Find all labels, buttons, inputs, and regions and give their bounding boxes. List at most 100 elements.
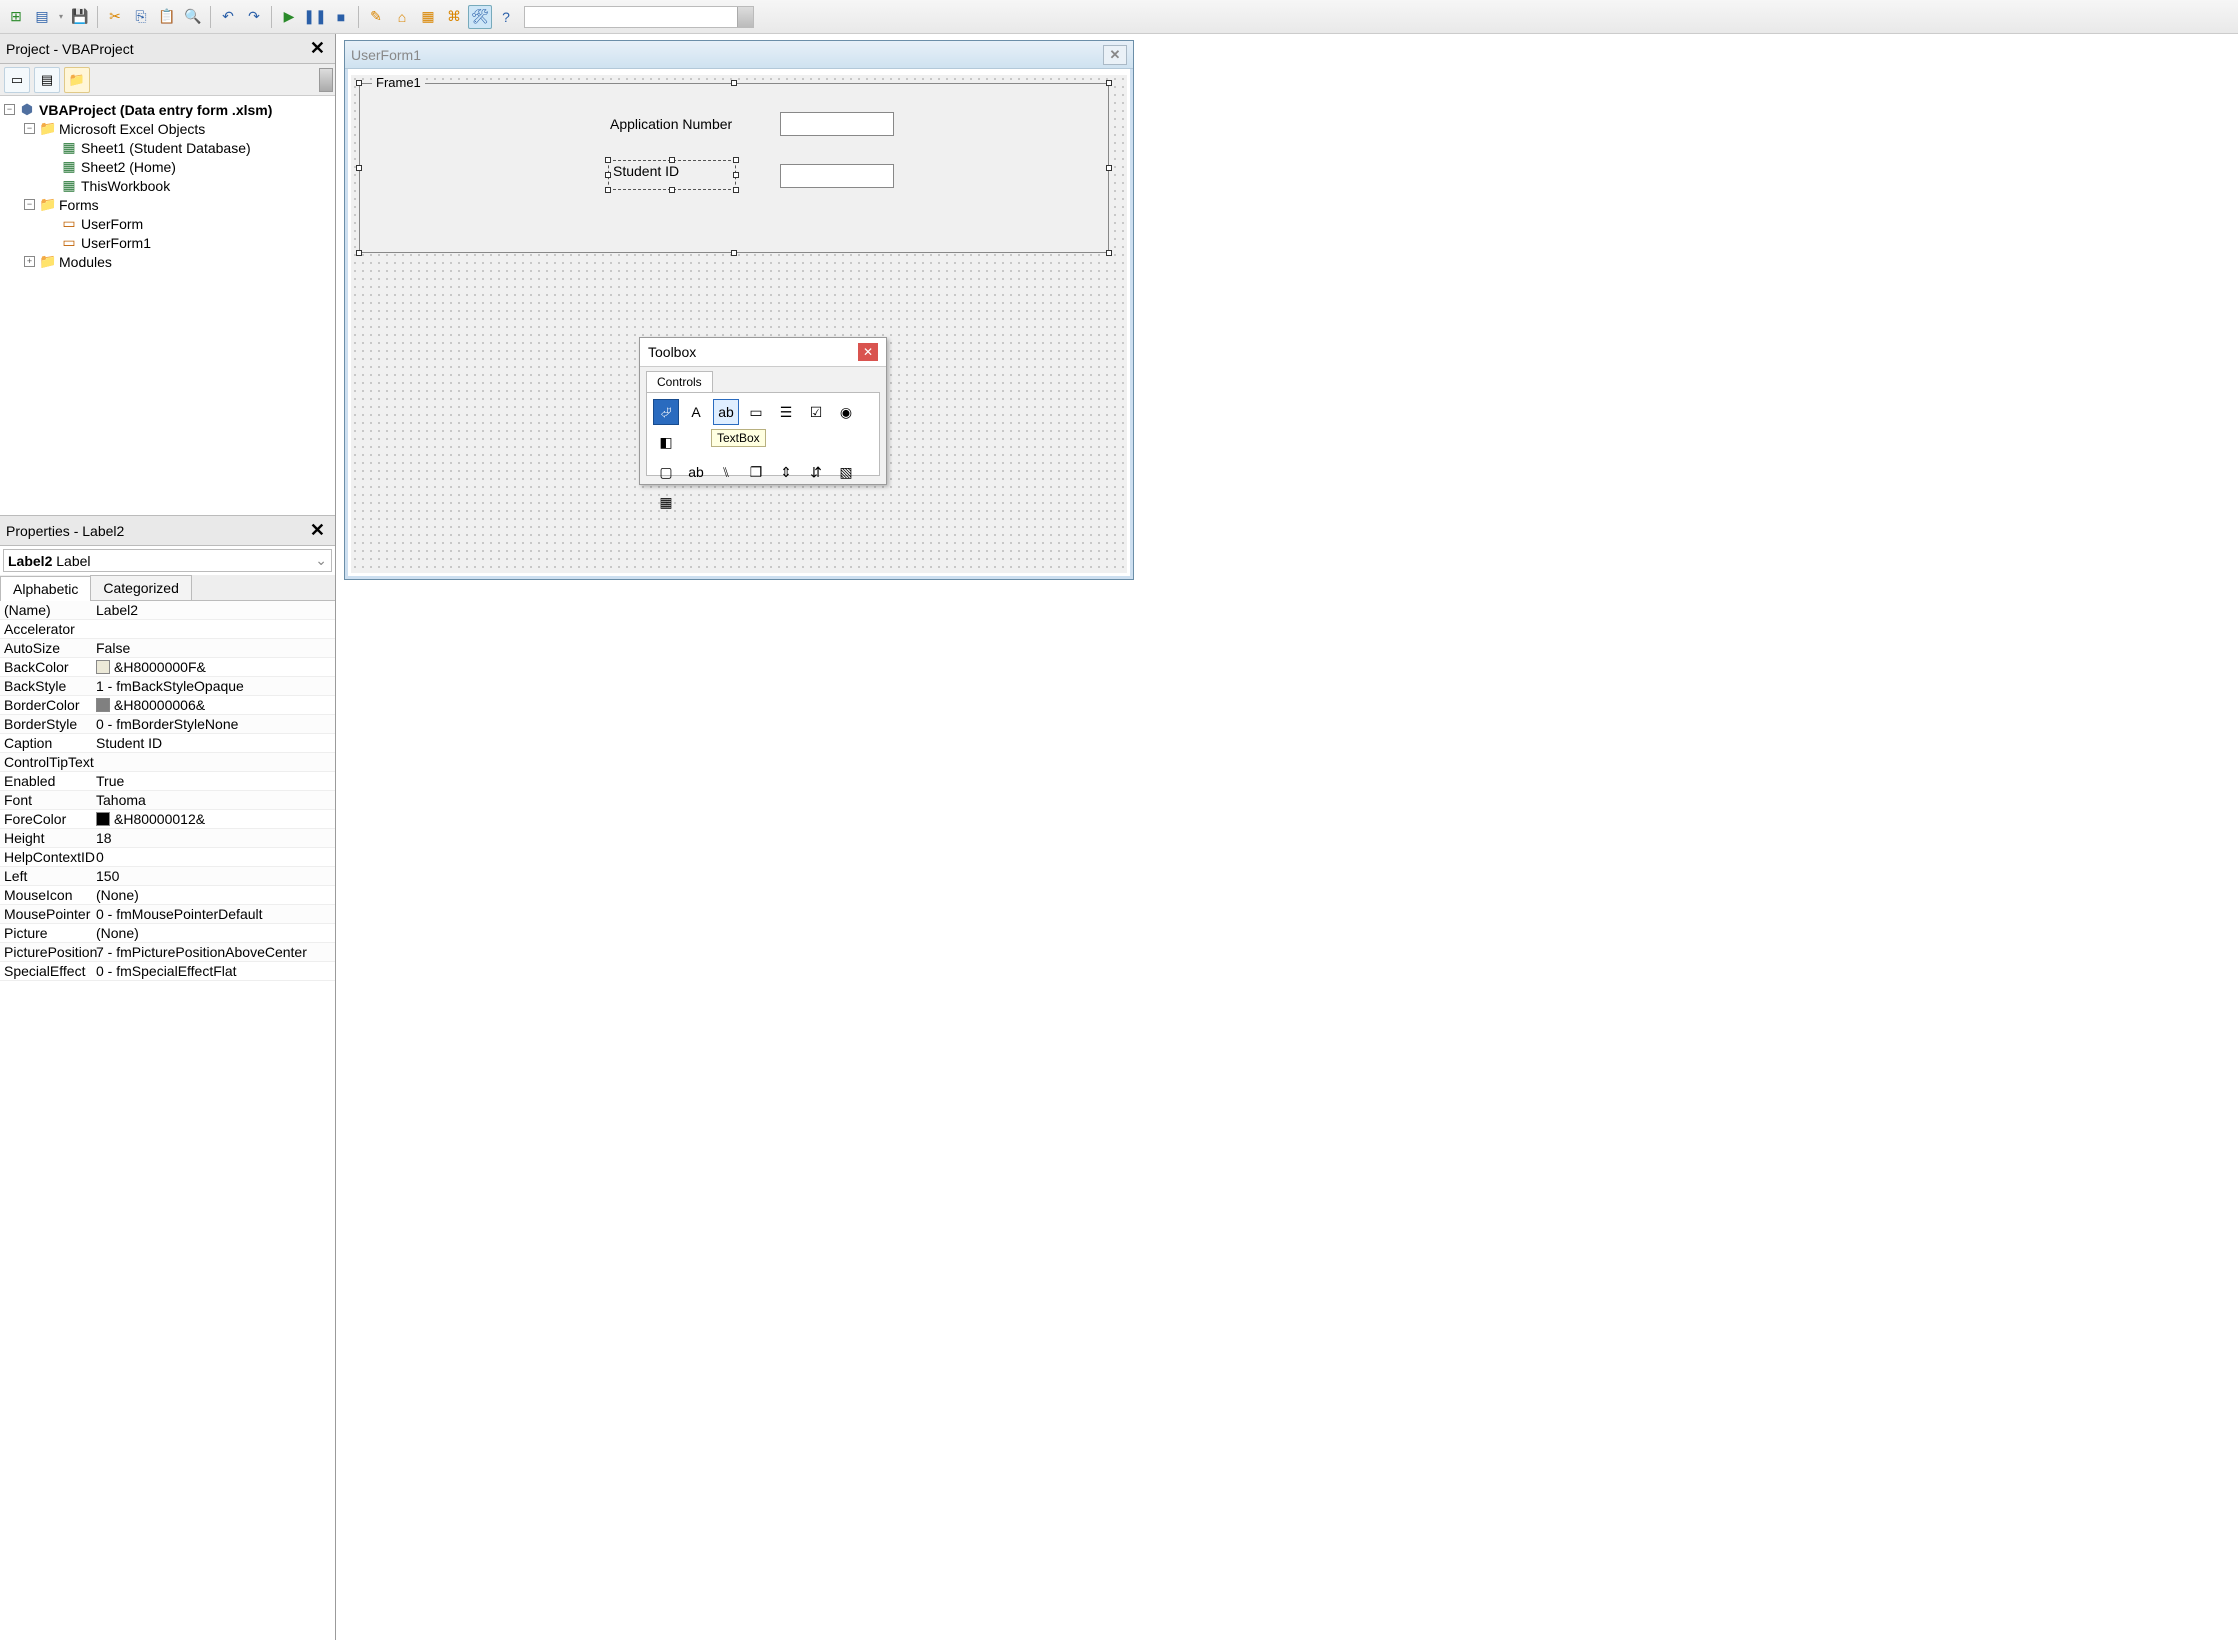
property-row[interactable]: ForeColor&H80000012& — [0, 810, 335, 829]
combobox-tool[interactable]: ▭ — [743, 399, 769, 425]
resize-handle[interactable] — [669, 157, 675, 163]
resize-handle[interactable] — [733, 172, 739, 178]
label2-control-selected[interactable]: Student ID — [608, 160, 736, 190]
scrollbar-tool[interactable]: ⇕ — [773, 459, 799, 485]
copy-icon[interactable]: ⎘ — [129, 5, 153, 29]
userform-window[interactable]: UserForm1 ✕ Frame1 Application Number — [344, 40, 1134, 580]
run-icon[interactable]: ▶ — [277, 5, 301, 29]
cut-icon[interactable]: ✂ — [103, 5, 127, 29]
project-drag-handle[interactable] — [319, 68, 333, 92]
toolbox-tab-controls[interactable]: Controls — [646, 371, 713, 392]
pause-icon[interactable]: ❚❚ — [303, 5, 327, 29]
image-tool[interactable]: ▧ — [833, 459, 859, 485]
resize-handle[interactable] — [733, 157, 739, 163]
form-close-button[interactable]: ✕ — [1103, 45, 1127, 65]
design-icon[interactable]: ✎ — [364, 5, 388, 29]
proc-combobox[interactable] — [524, 6, 754, 28]
property-row[interactable]: AutoSizeFalse — [0, 639, 335, 658]
tree-node[interactable]: ▭UserForm — [2, 214, 333, 233]
property-row[interactable]: MouseIcon(None) — [0, 886, 335, 905]
resize-handle[interactable] — [605, 172, 611, 178]
property-row[interactable]: BackStyle1 - fmBackStyleOpaque — [0, 677, 335, 696]
property-row[interactable]: EnabledTrue — [0, 772, 335, 791]
excel-icon[interactable]: ⊞ — [4, 5, 28, 29]
resize-handle[interactable] — [356, 165, 362, 171]
textbox-tool[interactable]: ab — [713, 399, 739, 425]
tree-node[interactable]: ▦ThisWorkbook — [2, 176, 333, 195]
resize-handle[interactable] — [605, 187, 611, 193]
refedit-tool[interactable]: ▦ — [653, 489, 679, 515]
tabstrip-tool[interactable]: ⑊ — [713, 459, 739, 485]
textbox2-control[interactable] — [780, 164, 894, 188]
resize-handle[interactable] — [1106, 250, 1112, 256]
commandbutton-tool[interactable]: ab — [683, 459, 709, 485]
select-tool[interactable]: ⮰ — [653, 399, 679, 425]
property-row[interactable]: ControlTipText — [0, 753, 335, 772]
resize-handle[interactable] — [731, 250, 737, 256]
properties-tab-alphabetic[interactable]: Alphabetic — [0, 576, 91, 601]
resize-handle[interactable] — [731, 80, 737, 86]
tree-node[interactable]: ▦Sheet2 (Home) — [2, 157, 333, 176]
tree-node[interactable]: ▦Sheet1 (Student Database) — [2, 138, 333, 157]
property-row[interactable]: SpecialEffect0 - fmSpecialEffectFlat — [0, 962, 335, 981]
project-tree[interactable]: −⬢VBAProject (Data entry form .xlsm)−📁Mi… — [0, 96, 335, 516]
properties-icon[interactable]: ▦ — [416, 5, 440, 29]
resize-handle[interactable] — [605, 157, 611, 163]
label1-control[interactable]: Application Number — [610, 116, 732, 132]
expander-icon[interactable]: + — [24, 256, 35, 267]
toolbox-close-button[interactable]: ✕ — [858, 343, 878, 361]
toolbox-window[interactable]: Toolbox ✕ Controls ⮰Aab▭☰☑◉◧ ▢ab⑊❐⇕⇵▧▦ T… — [639, 337, 887, 485]
property-row[interactable]: BackColor&H8000000F& — [0, 658, 335, 677]
property-row[interactable]: Left150 — [0, 867, 335, 886]
resize-handle[interactable] — [1106, 165, 1112, 171]
object-selector[interactable]: Label2 Label ⌄ — [3, 549, 332, 572]
property-row[interactable]: Picture(None) — [0, 924, 335, 943]
toolbox-titlebar[interactable]: Toolbox ✕ — [640, 338, 886, 367]
tree-node[interactable]: −📁Microsoft Excel Objects — [2, 119, 333, 138]
property-row[interactable]: CaptionStudent ID — [0, 734, 335, 753]
tree-node[interactable]: −📁Forms — [2, 195, 333, 214]
toggle-folders-button[interactable]: 📁 — [64, 67, 90, 93]
property-row[interactable]: Height18 — [0, 829, 335, 848]
resize-handle[interactable] — [356, 250, 362, 256]
resize-handle[interactable] — [356, 80, 362, 86]
tree-node[interactable]: ▭UserForm1 — [2, 233, 333, 252]
designer-canvas[interactable]: Frame1 Application Number Student ID — [351, 75, 1127, 573]
properties-tab-categorized[interactable]: Categorized — [90, 575, 192, 600]
expander-icon[interactable]: − — [4, 104, 15, 115]
property-row[interactable]: BorderStyle0 - fmBorderStyleNone — [0, 715, 335, 734]
property-row[interactable]: PicturePosition7 - fmPicturePositionAbov… — [0, 943, 335, 962]
find-icon[interactable]: 🔍 — [181, 5, 205, 29]
properties-close-icon[interactable]: ✕ — [306, 520, 329, 541]
label-tool[interactable]: A — [683, 399, 709, 425]
listbox-tool[interactable]: ☰ — [773, 399, 799, 425]
insert-icon[interactable]: ▤ — [30, 5, 54, 29]
optionbutton-tool[interactable]: ◉ — [833, 399, 859, 425]
expander-icon[interactable]: − — [24, 123, 35, 134]
redo-icon[interactable]: ↷ — [242, 5, 266, 29]
view-code-button[interactable]: ▭ — [4, 67, 30, 93]
view-object-button[interactable]: ▤ — [34, 67, 60, 93]
project-close-icon[interactable]: ✕ — [306, 38, 329, 59]
tree-node[interactable]: +📁Modules — [2, 252, 333, 271]
object-browser-icon[interactable]: ⌘ — [442, 5, 466, 29]
frame1-control[interactable]: Frame1 Application Number Student ID — [359, 83, 1109, 253]
property-row[interactable]: BorderColor&H80000006& — [0, 696, 335, 715]
form-titlebar[interactable]: UserForm1 ✕ — [345, 41, 1133, 69]
property-row[interactable]: FontTahoma — [0, 791, 335, 810]
togglebutton-tool[interactable]: ◧ — [653, 429, 679, 455]
expander-icon[interactable]: − — [24, 199, 35, 210]
paste-icon[interactable]: 📋 — [155, 5, 179, 29]
property-row[interactable]: MousePointer0 - fmMousePointerDefault — [0, 905, 335, 924]
project-explorer-icon[interactable]: ⌂ — [390, 5, 414, 29]
undo-icon[interactable]: ↶ — [216, 5, 240, 29]
multipage-tool[interactable]: ❐ — [743, 459, 769, 485]
resize-handle[interactable] — [733, 187, 739, 193]
tree-node[interactable]: −⬢VBAProject (Data entry form .xlsm) — [2, 100, 333, 119]
property-row[interactable]: HelpContextID0 — [0, 848, 335, 867]
properties-grid[interactable]: (Name)Label2AcceleratorAutoSizeFalseBack… — [0, 600, 335, 1640]
stop-icon[interactable]: ■ — [329, 5, 353, 29]
resize-handle[interactable] — [669, 187, 675, 193]
save-icon[interactable]: 💾 — [68, 5, 92, 29]
property-row[interactable]: Accelerator — [0, 620, 335, 639]
